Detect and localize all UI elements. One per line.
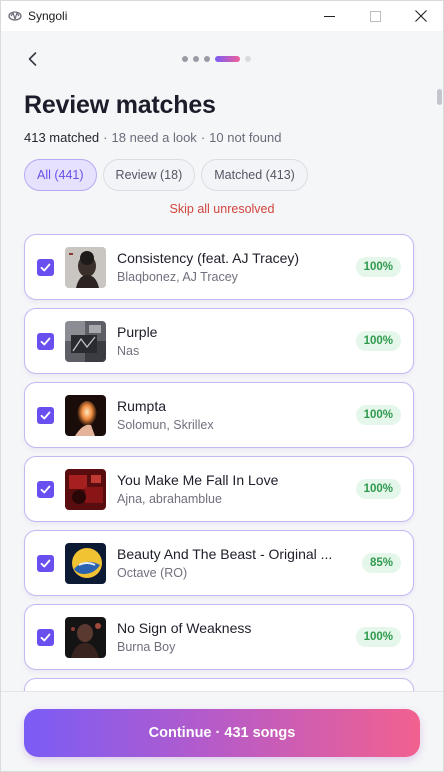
step-dot-active <box>215 56 240 62</box>
matched-count: 413 matched <box>24 130 100 145</box>
app-title: Syngoli <box>28 9 68 23</box>
album-art <box>65 543 106 584</box>
track-checkbox[interactable] <box>37 259 54 276</box>
step-dot <box>245 56 251 62</box>
step-dot <box>182 56 188 62</box>
match-badge: 85% <box>361 553 401 573</box>
title-bar: Syngoli <box>1 1 443 31</box>
page-title: Review matches <box>24 91 216 119</box>
track-card[interactable]: You Make Me Fall In Love Ajna, abrahambl… <box>24 456 414 522</box>
checkmark-icon <box>40 411 51 420</box>
track-artist: Blaqbonez, AJ Tracey <box>117 270 238 284</box>
track-checkbox[interactable] <box>37 407 54 424</box>
filter-review[interactable]: Review (18) <box>102 159 196 191</box>
track-artist: Solomun, Skrillex <box>117 418 214 432</box>
footer-bar: Continue · 431 songs <box>1 691 443 771</box>
not-found-count: 10 not found <box>209 130 282 145</box>
filter-tabs: All (441) Review (18) Matched (413) <box>24 159 308 191</box>
step-dot <box>193 56 199 62</box>
track-artist: Octave (RO) <box>117 566 188 580</box>
checkmark-icon <box>40 559 51 568</box>
track-card[interactable]: Consistency (feat. AJ Tracey) Blaqbonez,… <box>24 234 414 300</box>
track-title: Purple <box>117 324 158 340</box>
track-title: Rumpta <box>117 398 167 414</box>
skip-unresolved-link[interactable]: Skip all unresolved <box>1 202 443 216</box>
minimize-button[interactable] <box>306 1 352 31</box>
track-card[interactable]: Rumpta Solomun, Skrillex 100% <box>24 382 414 448</box>
track-checkbox[interactable] <box>37 629 54 646</box>
track-checkbox[interactable] <box>37 333 54 350</box>
close-button[interactable] <box>398 1 443 31</box>
maximize-button[interactable] <box>352 1 398 31</box>
checkmark-icon <box>40 633 51 642</box>
checkmark-icon <box>40 263 51 272</box>
need-look-count: 18 need a look <box>111 130 197 145</box>
filter-matched[interactable]: Matched (413) <box>201 159 308 191</box>
main-content: Review matches 413 matched · 18 need a loo… <box>1 31 443 771</box>
match-badge: 100% <box>355 331 401 351</box>
match-badge: 100% <box>355 405 401 425</box>
track-title: Beauty And The Beast - Original ... <box>117 546 333 562</box>
track-artist: Burna Boy <box>117 640 176 654</box>
close-icon <box>415 10 427 22</box>
track-checkbox[interactable] <box>37 481 54 498</box>
step-dot <box>204 56 210 62</box>
checkmark-icon <box>40 337 51 346</box>
minimize-icon <box>323 15 335 17</box>
maximize-icon <box>369 10 381 22</box>
album-art <box>65 395 106 436</box>
match-summary: 413 matched · 18 need a look · 10 not found <box>24 130 281 145</box>
app-window: Syngoli Review matches 413 matched · 18 ne… <box>0 0 444 772</box>
separator: · <box>200 130 206 145</box>
match-badge: 100% <box>355 627 401 647</box>
track-card[interactable]: No Sign of Weakness Burna Boy 100% <box>24 604 414 670</box>
track-card[interactable]: Beauty And The Beast - Original ... Octa… <box>24 530 414 596</box>
track-checkbox[interactable] <box>37 555 54 572</box>
album-art <box>65 247 106 288</box>
track-title: No Sign of Weakness <box>117 620 252 636</box>
track-card[interactable]: Purple Nas 100% <box>24 308 414 374</box>
match-badge: 100% <box>355 479 401 499</box>
back-button[interactable] <box>23 49 43 69</box>
app-logo-icon <box>8 11 22 21</box>
track-artist: Nas <box>117 344 140 358</box>
separator: · <box>103 130 108 145</box>
match-badge: 100% <box>355 257 401 277</box>
filter-all[interactable]: All (441) <box>24 159 97 191</box>
scrollbar-thumb[interactable] <box>437 89 442 105</box>
checkmark-icon <box>40 485 51 494</box>
step-indicator <box>182 56 251 62</box>
chevron-left-icon <box>28 52 37 66</box>
track-artist: Ajna, abrahamblue <box>117 492 222 506</box>
album-art <box>65 321 106 362</box>
track-title: You Make Me Fall In Love <box>117 472 279 488</box>
track-title: Consistency (feat. AJ Tracey) <box>117 250 300 266</box>
album-art <box>65 469 106 510</box>
album-art <box>65 617 106 658</box>
continue-button[interactable]: Continue · 431 songs <box>24 709 420 757</box>
